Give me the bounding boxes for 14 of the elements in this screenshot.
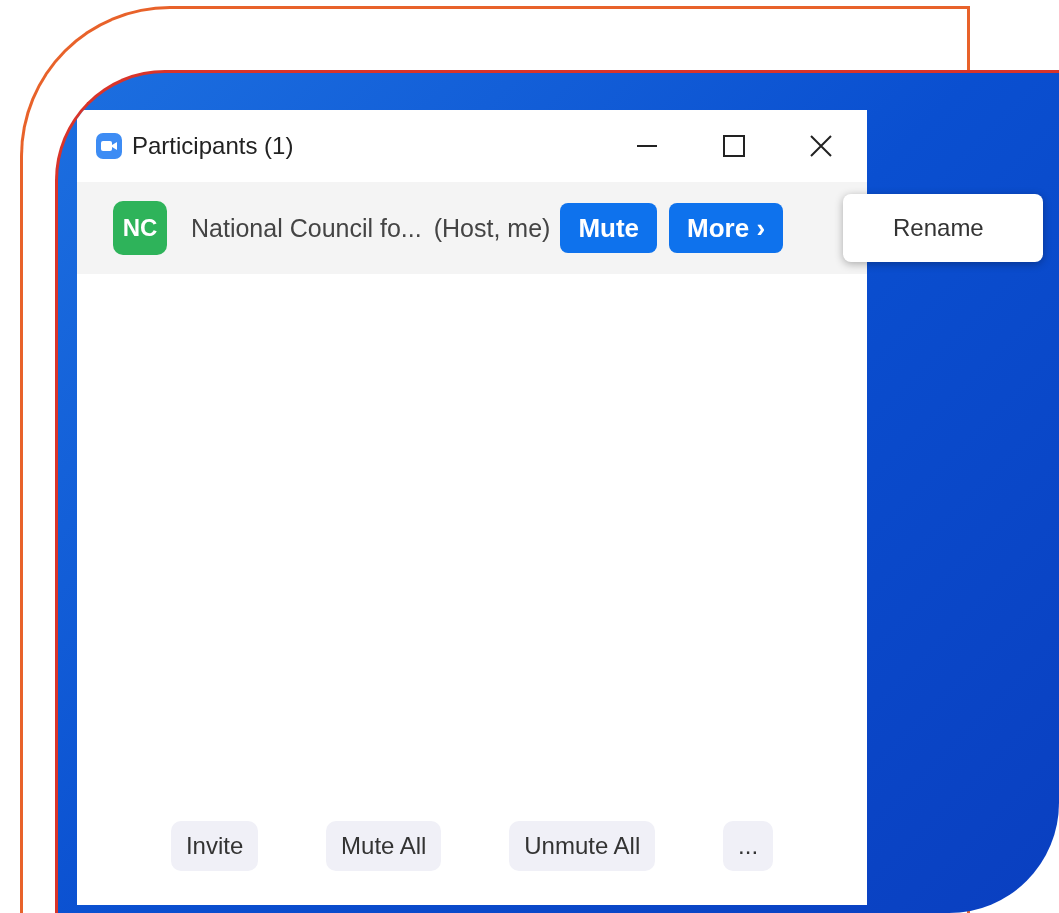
mute-button[interactable]: Mute: [560, 203, 658, 253]
maximize-icon[interactable]: [723, 135, 745, 157]
more-button[interactable]: More ›: [669, 203, 784, 253]
video-camera-icon: [96, 133, 122, 159]
avatar-initials: NC: [113, 201, 167, 255]
participant-row[interactable]: NC National Council fo... (Host, me) Mute More ›: [77, 182, 867, 274]
footer-button[interactable]: ...: [723, 821, 774, 871]
footer-button[interactable]: Unmute All: [509, 821, 656, 871]
participant-name: National Council fo...: [191, 213, 422, 243]
footer-button[interactable]: Invite: [170, 821, 259, 871]
close-icon[interactable]: [810, 135, 832, 157]
window-title: Participants (1): [132, 132, 294, 160]
participant-role: (Host, me): [433, 213, 551, 243]
footer-button[interactable]: Mute All: [326, 821, 442, 871]
